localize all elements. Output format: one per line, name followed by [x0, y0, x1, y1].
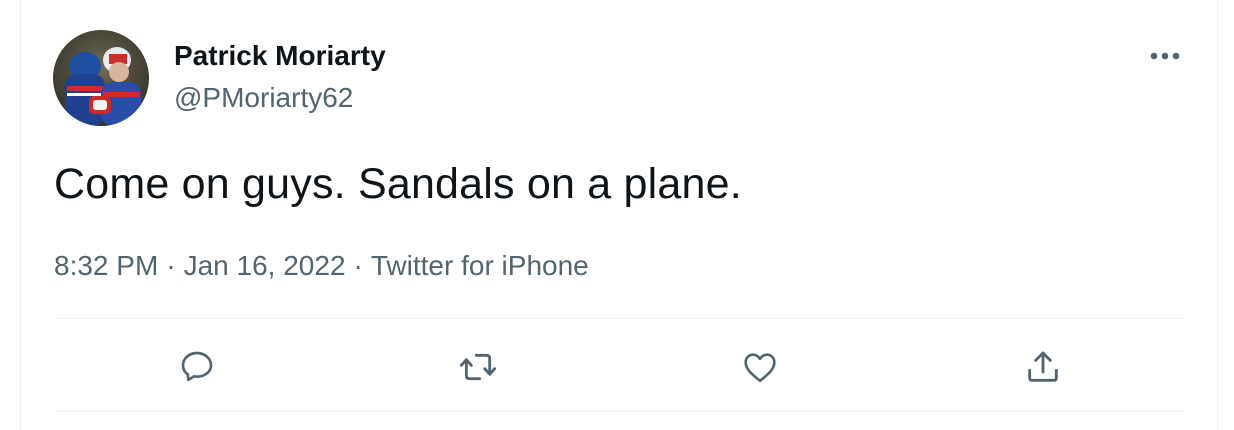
meta-separator: · — [353, 250, 363, 281]
share-icon — [1028, 351, 1058, 382]
more-horizontal-icon — [1150, 52, 1180, 60]
author-handle[interactable]: @PMoriarty62 — [174, 82, 353, 114]
avatar-photo-icon — [53, 30, 149, 126]
author-avatar[interactable] — [53, 30, 149, 126]
divider — [54, 411, 1186, 412]
retweet-button[interactable] — [454, 344, 502, 390]
author-display-name[interactable]: Patrick Moriarty — [174, 40, 386, 72]
retweet-icon — [459, 353, 497, 381]
tweet-date[interactable]: Jan 16, 2022 — [184, 250, 346, 281]
like-button[interactable] — [736, 344, 784, 390]
share-button[interactable] — [1019, 344, 1067, 390]
divider — [54, 318, 1186, 319]
tweet-text: Come on guys. Sandals on a plane. — [54, 160, 742, 208]
tweet-source[interactable]: Twitter for iPhone — [371, 250, 589, 281]
tweet-card: Patrick Moriarty @PMoriarty62 Come on gu… — [20, 0, 1218, 430]
more-options-button[interactable] — [1145, 38, 1185, 74]
tweet-meta: 8:32 PM · Jan 16, 2022 · Twitter for iPhone — [54, 250, 589, 282]
tweet-time[interactable]: 8:32 PM — [54, 250, 158, 281]
meta-separator: · — [166, 250, 176, 281]
reply-icon — [181, 351, 213, 382]
reply-button[interactable] — [173, 344, 221, 390]
heart-icon — [744, 353, 776, 383]
